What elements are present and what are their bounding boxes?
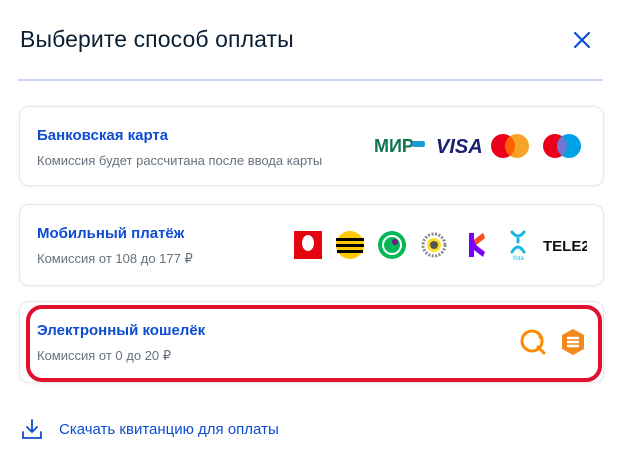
svg-text:МИР: МИР [374,136,414,156]
download-receipt-link[interactable]: Скачать квитанцию для оплаты [21,416,279,442]
tinkoff-mobile-logo [421,232,447,258]
rostelecom-logo [469,233,485,257]
header-divider [18,79,603,81]
method-commission: Комиссия будет рассчитана после ввода ка… [37,153,323,168]
maestro-logo [543,134,581,158]
method-name: Мобильный платёж [37,225,185,242]
method-commission: Комиссия от 0 до 20 ₽ [37,348,172,363]
megafon-logo [378,231,406,259]
e-wallet-logos [518,302,588,382]
beeline-logo [336,231,364,259]
payment-method-bank-card[interactable]: Банковская карта Комиссия будет рассчита… [19,106,604,186]
method-name: Банковская карта [37,127,169,144]
method-name: Электронный кошелёк [37,322,206,339]
mts-logo [294,231,322,259]
qiwi-logo [520,329,546,355]
visa-logo: VISA [436,136,483,158]
download-receipt-label: Скачать квитанцию для оплаты [59,420,279,438]
mobile-operator-logos: Yota TELE2 [293,205,587,285]
svg-text:VISA: VISA [436,136,483,158]
card-logos: МИР VISA [374,107,582,185]
tele2-logo: TELE2 [543,238,587,255]
payment-method-mobile[interactable]: Мобильный платёж Комиссия от 108 до 177 … [19,204,604,286]
method-commission: Комиссия от 108 до 177 ₽ [37,251,193,266]
dialog-title: Выберите способ оплаты [20,26,294,52]
yoomoney-logo [562,329,584,355]
svg-text:Yota: Yota [512,256,524,262]
yota-logo: Yota [510,230,526,262]
mir-logo: МИР [374,136,425,156]
close-icon[interactable] [570,28,594,52]
svg-text:TELE2: TELE2 [543,238,587,255]
dialog-header: Выберите способ оплаты [20,24,600,60]
download-icon [22,419,42,439]
payment-method-e-wallet[interactable]: Электронный кошелёк Комиссия от 0 до 20 … [19,301,604,383]
mastercard-logo [491,134,529,158]
